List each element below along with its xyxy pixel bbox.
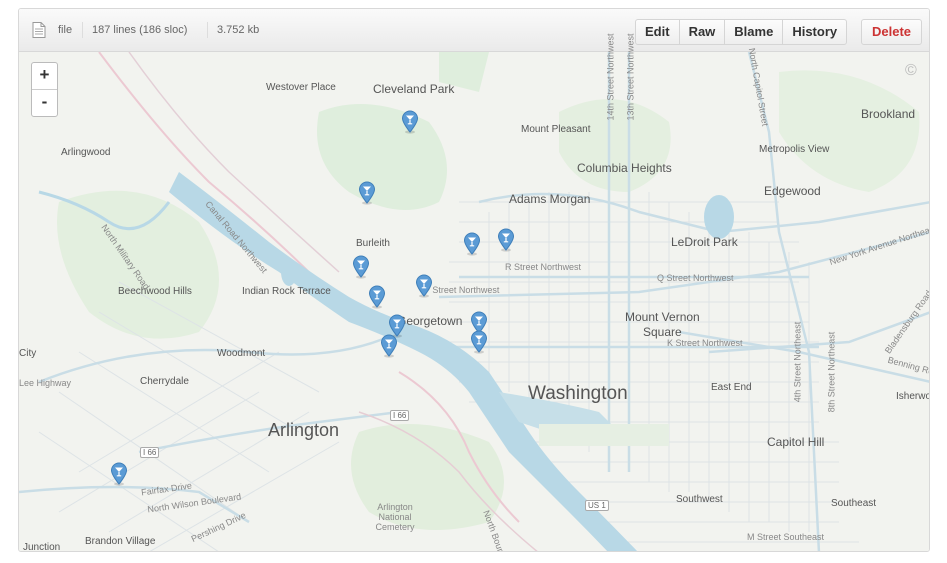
street-label: Lee Highway [19,378,72,388]
zoom-in-button[interactable]: + [32,63,57,90]
map-label: Woodmont [217,348,266,359]
map-label: Square [643,325,682,339]
zoom-out-button[interactable]: - [32,90,57,116]
map-label: Westover Place [266,82,336,93]
file-type-label: file [58,24,73,36]
zoom-control: + - [31,62,58,117]
map-label: Capitol Hill [767,435,825,449]
line-count: 187 lines (186 sloc) [92,24,188,36]
file-actions: Edit Raw Blame History [635,19,848,45]
cocktail-pin-icon [470,330,487,354]
marker-dupont-1[interactable] [352,255,370,279]
map-label: Cherrydale [140,376,189,387]
divider [82,22,83,38]
marker-arlington[interactable] [110,462,128,486]
street-label: 8th Street Northeast [826,331,837,413]
map-label: City [19,348,37,359]
cocktail-pin-icon [380,334,397,358]
map-label: Mount Vernon [625,310,700,324]
cocktail-pin-icon [352,255,369,279]
map-label: LeDroit Park [671,235,738,249]
map-label: Georgetown [397,314,463,328]
cocktail-pin-icon [359,181,376,205]
cocktail-pin-icon [415,274,432,298]
street-label: K Street Northwest [667,338,743,348]
cocktail-pin-icon [402,110,419,134]
map-label-washington: Washington [528,383,628,404]
cocktail-pin-icon [110,462,127,486]
file-size: 3.752 kb [217,24,260,36]
marker-downtown-2[interactable] [380,334,398,358]
map-label: Southwest [676,494,723,505]
map-label: Burleith [356,238,390,249]
delete-button[interactable]: Delete [861,19,923,45]
street-label: R Street Northwest [505,262,582,272]
street-label: M Street Southeast [747,532,825,542]
history-button[interactable]: History [783,20,846,44]
marker-ledroit-2[interactable] [497,228,515,253]
marker-adams-morgan[interactable] [358,181,376,205]
map-label: Isherwo [896,391,930,402]
map-label: Arlington National Cemetery [375,502,415,532]
map-view[interactable]: + - © Westover Place Cleveland Park Moun… [19,33,930,552]
map-label: Metropolis View [759,144,830,155]
cocktail-pin-icon [464,232,481,256]
blame-button[interactable]: Blame [725,20,784,44]
highway-shield: I 66 [140,447,160,458]
map-label: Mount Pleasant [521,124,591,135]
file-viewer: file 187 lines (186 sloc) 3.752 kb Edit … [18,8,930,552]
map-label: Arlingwood [61,147,111,158]
map-label: Cleveland Park [373,82,455,96]
cocktail-pin-icon [498,229,515,253]
street-label: 14th Street Northwest [605,33,616,121]
map-label: Edgewood [764,184,821,198]
highway-shield: US 1 [585,500,609,511]
file-header: file 187 lines (186 sloc) 3.752 kb Edit … [19,9,929,52]
street-label: 13th Street Northwest [625,33,636,121]
map-label: Beechwood Hills [118,286,192,297]
file-icon [32,22,46,43]
map-label-arlington: Arlington [268,420,340,440]
street-label: P Street Northwest [424,285,500,295]
divider [207,22,208,38]
map-label: Brookland [861,107,916,121]
marker-mvsq-2[interactable] [470,330,488,354]
street-label: 4th Street Northeast [792,321,803,403]
map-label: East End [711,382,752,393]
street-label: Q Street Northwest [657,273,734,283]
copyright-icon[interactable]: © [905,62,917,80]
marker-mount-pleasant[interactable] [401,110,419,134]
highway-shield: I 66 [390,410,410,421]
raw-button[interactable]: Raw [680,20,726,44]
map-label: Junction [23,542,61,552]
map-label: Columbia Heights [577,161,672,175]
marker-ledroit-1[interactable] [463,232,481,256]
map-tiles [19,52,929,551]
marker-logan[interactable] [415,274,433,298]
map-label: Southeast [831,498,877,509]
edit-button[interactable]: Edit [636,20,680,44]
marker-dupont-2[interactable] [368,285,386,309]
map-label: Indian Rock Terrace [242,286,331,297]
map-label: Brandon Village [85,536,156,547]
cocktail-pin-icon [369,285,386,309]
map-label: Adams Morgan [509,192,591,206]
